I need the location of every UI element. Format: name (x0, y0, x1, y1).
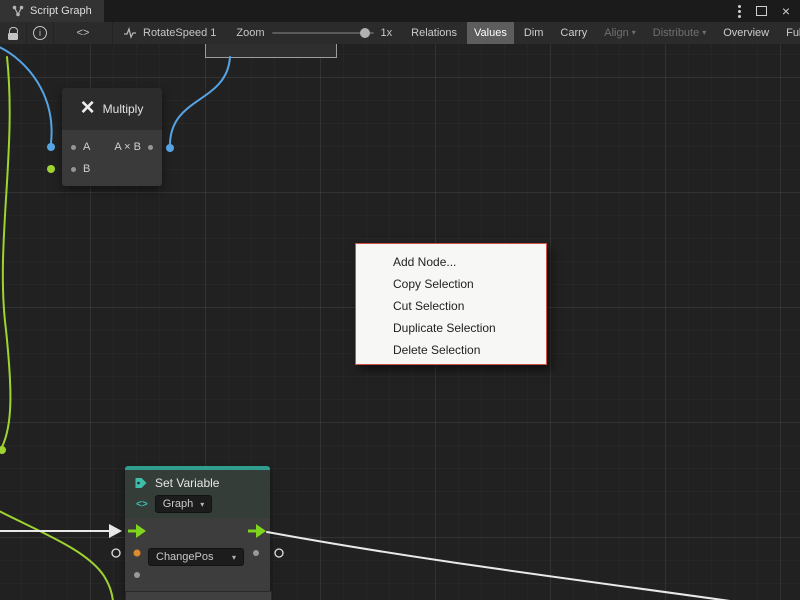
relations-button[interactable]: Relations (404, 22, 464, 44)
script-graph-icon (12, 5, 24, 17)
dim-button[interactable]: Dim (517, 22, 551, 44)
zoom-value: 1x (381, 27, 393, 39)
caret-down-icon: ▾ (702, 22, 706, 44)
caret-down-icon: ▾ (632, 22, 636, 44)
lock-button[interactable] (0, 22, 27, 44)
node-multiply[interactable]: × Multiply A A × B B (62, 88, 162, 186)
zoom-slider[interactable] (272, 32, 374, 34)
menu-item-cut-selection[interactable]: Cut Selection (356, 295, 546, 317)
close-icon[interactable]: × (782, 4, 790, 18)
window-menu-icon[interactable] (738, 5, 741, 18)
tab-script-graph[interactable]: Script Graph (0, 0, 104, 22)
graph-signal-icon (123, 27, 137, 39)
edit-graph-button[interactable]: <> (54, 22, 113, 44)
multiply-node-body: A A × B B (62, 130, 162, 186)
toolbar-buttons: Relations Values Dim Carry Align▾ Distri… (404, 22, 800, 44)
variable-kind-icon: <> (136, 499, 148, 510)
variable-name-dropdown[interactable]: ChangePos ▾ (148, 548, 244, 566)
variable-name-row: ChangePos ▾ (125, 546, 270, 568)
input-port-b[interactable] (71, 167, 76, 172)
graph-name: RotateSpeed 1 (143, 27, 216, 39)
zoom-slider-knob[interactable] (360, 28, 370, 38)
lock-icon (8, 27, 18, 40)
info-icon: i (33, 26, 47, 40)
menu-item-copy-selection[interactable]: Copy Selection (356, 273, 546, 295)
flow-ports-row (125, 524, 270, 546)
multiply-row-a: A A × B (62, 136, 162, 158)
offscreen-node-fragment[interactable] (205, 44, 337, 58)
menu-item-delete-selection[interactable]: Delete Selection (356, 339, 546, 361)
context-menu: Add Node... Copy Selection Cut Selection… (355, 243, 547, 365)
output-port[interactable] (148, 145, 153, 150)
caret-down-icon: ▾ (200, 500, 204, 509)
align-button[interactable]: Align▾ (597, 22, 642, 44)
window-controls: × (738, 0, 800, 22)
carry-button[interactable]: Carry (553, 22, 594, 44)
multiply-row-b: B (62, 158, 162, 180)
script-graph-window: Script Graph × i <> RotateSpeed 1 Z (0, 0, 800, 600)
tab-bar: Script Graph × (0, 0, 800, 23)
port-out-label: A × B (114, 141, 141, 153)
distribute-button[interactable]: Distribute▾ (646, 22, 713, 44)
node-set-variable[interactable]: Set Variable <> Graph ▾ ChangePos ▾ (125, 466, 270, 596)
full-screen-button[interactable]: Full Screen (779, 22, 800, 44)
multiply-node-header[interactable]: × Multiply (62, 88, 162, 130)
port-a-label: A (83, 141, 90, 153)
tabbar-spacer (104, 0, 738, 22)
set-variable-header[interactable]: Set Variable <> Graph ▾ (125, 470, 270, 518)
zoom-label: Zoom (236, 27, 264, 39)
graph-toolbar: i <> RotateSpeed 1 Zoom 1x Relations Val… (0, 22, 800, 45)
set-variable-title: Set Variable (155, 476, 219, 490)
tab-title: Script Graph (30, 5, 92, 17)
variable-scope-dropdown[interactable]: Graph ▾ (155, 495, 213, 513)
code-icon: <> (77, 27, 90, 39)
caret-down-icon: ▾ (232, 553, 236, 562)
value-input-row (125, 568, 270, 590)
menu-item-duplicate-selection[interactable]: Duplicate Selection (356, 317, 546, 339)
overview-button[interactable]: Overview (716, 22, 776, 44)
set-variable-body: ChangePos ▾ (125, 518, 270, 596)
set-variable-icon (134, 476, 148, 490)
variable-name-value: ChangePos (156, 551, 214, 563)
maximize-icon[interactable] (756, 6, 767, 16)
port-b-label: B (83, 163, 90, 175)
zoom-control: Zoom 1x (236, 27, 392, 39)
values-button[interactable]: Values (467, 22, 514, 44)
variable-scope-value: Graph (163, 498, 194, 510)
input-port-a[interactable] (71, 145, 76, 150)
inspect-button[interactable]: i (27, 22, 54, 44)
menu-item-add-node[interactable]: Add Node... (356, 251, 546, 273)
multiply-node-title: Multiply (103, 102, 144, 116)
multiply-icon: × (81, 96, 95, 120)
set-variable-footer-fragment (125, 591, 272, 600)
graph-breadcrumb[interactable]: RotateSpeed 1 (113, 27, 226, 39)
